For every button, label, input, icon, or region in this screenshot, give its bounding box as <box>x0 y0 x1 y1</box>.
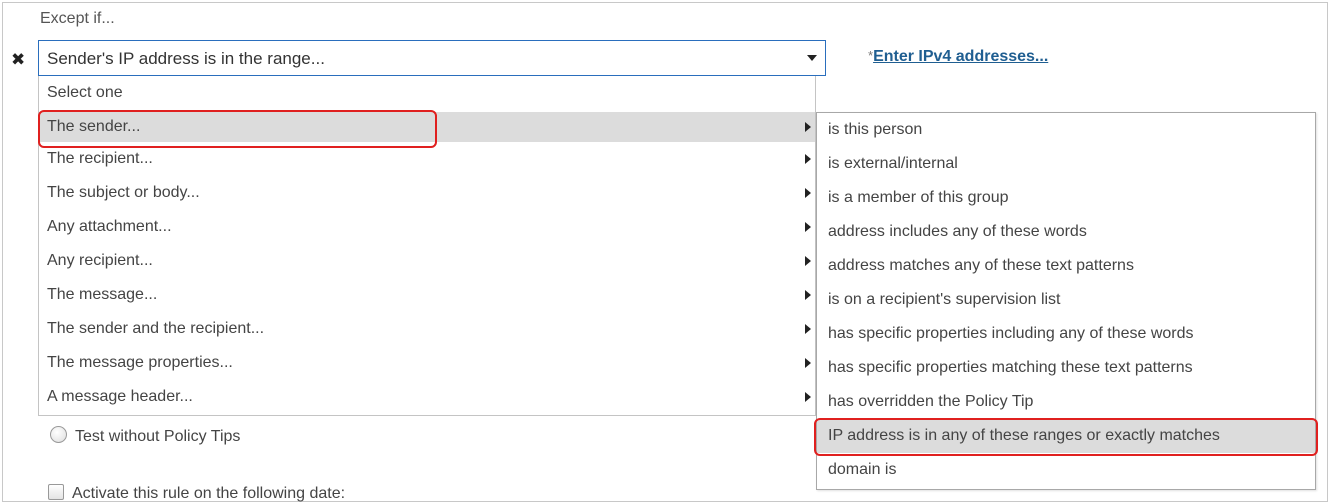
menu-item-any-recipient[interactable]: Any recipient... <box>39 246 815 276</box>
menu-item-label: Any attachment... <box>47 218 172 235</box>
radio-label: Test without Policy Tips <box>75 428 241 445</box>
chevron-right-icon <box>805 256 811 266</box>
chevron-right-icon <box>805 358 811 368</box>
close-icon[interactable]: ✖ <box>11 50 25 70</box>
condition-menu: Select one The sender... The recipient..… <box>38 76 816 416</box>
submenu-item[interactable]: domain is <box>817 453 1315 487</box>
menu-item-sender-and-recipient[interactable]: The sender and the recipient... <box>39 314 815 344</box>
menu-item-the-sender[interactable]: The sender... <box>39 112 815 142</box>
activate-rule-date-option[interactable]: Activate this rule on the following date… <box>48 484 345 503</box>
submenu-item[interactable]: is external/internal <box>817 147 1315 181</box>
menu-item-message-properties[interactable]: The message properties... <box>39 348 815 378</box>
menu-item-label: Select one <box>47 84 123 101</box>
menu-item-select-one[interactable]: Select one <box>39 78 815 108</box>
submenu-item[interactable]: address matches any of these text patter… <box>817 249 1315 283</box>
test-without-policy-tips-option[interactable]: Test without Policy Tips <box>50 426 240 446</box>
enter-ipv4-addresses-link[interactable]: Enter IPv4 addresses... <box>873 48 1048 65</box>
menu-item-label: The recipient... <box>47 150 153 167</box>
menu-item-the-message[interactable]: The message... <box>39 280 815 310</box>
chevron-right-icon <box>805 324 811 334</box>
menu-item-label: The message... <box>47 286 158 303</box>
menu-item-label: The subject or body... <box>47 184 200 201</box>
submenu-item[interactable]: is a member of this group <box>817 181 1315 215</box>
chevron-right-icon <box>805 188 811 198</box>
menu-item-the-recipient[interactable]: The recipient... <box>39 144 815 174</box>
condition-dropdown-value: Sender's IP address is in the range... <box>47 49 325 68</box>
chevron-right-icon <box>805 290 811 300</box>
menu-item-label: A message header... <box>47 388 193 405</box>
submenu-item-ip-address-range[interactable]: IP address is in any of these ranges or … <box>817 419 1315 453</box>
submenu-item[interactable]: address includes any of these words <box>817 215 1315 249</box>
sender-submenu: is this person is external/internal is a… <box>816 112 1316 490</box>
submenu-item[interactable]: is on a recipient's supervision list <box>817 283 1315 317</box>
except-if-label: Except if... <box>40 10 115 27</box>
menu-item-label: The message properties... <box>47 354 233 371</box>
submenu-item[interactable]: has specific properties matching these t… <box>817 351 1315 385</box>
submenu-item[interactable]: has specific properties including any of… <box>817 317 1315 351</box>
submenu-item[interactable]: has overridden the Policy Tip <box>817 385 1315 419</box>
menu-item-message-header[interactable]: A message header... <box>39 382 815 412</box>
chevron-right-icon <box>805 122 811 132</box>
menu-item-label: The sender and the recipient... <box>47 320 265 337</box>
chevron-down-icon <box>807 55 817 61</box>
radio-button[interactable] <box>50 426 67 443</box>
enter-ipv4-link-wrapper: *Enter IPv4 addresses... <box>868 48 1048 66</box>
submenu-item[interactable]: is this person <box>817 113 1315 147</box>
menu-item-any-attachment[interactable]: Any attachment... <box>39 212 815 242</box>
menu-item-label: The sender... <box>47 118 141 135</box>
checkbox-label: Activate this rule on the following date… <box>72 485 346 502</box>
chevron-right-icon <box>805 154 811 164</box>
menu-item-subject-or-body[interactable]: The subject or body... <box>39 178 815 208</box>
checkbox[interactable] <box>48 484 64 500</box>
chevron-right-icon <box>805 392 811 402</box>
menu-item-label: Any recipient... <box>47 252 153 269</box>
chevron-right-icon <box>805 222 811 232</box>
condition-dropdown[interactable]: Sender's IP address is in the range... <box>38 40 826 76</box>
